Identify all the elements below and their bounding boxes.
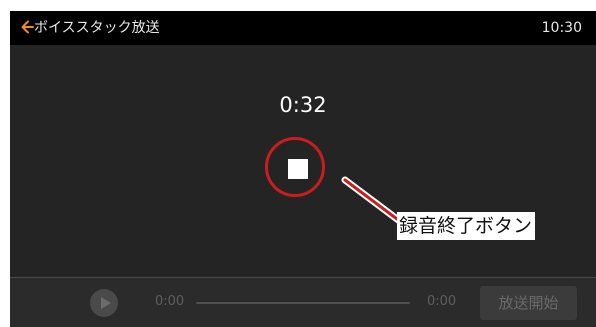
annotation-label: 録音終了ボタン (397, 212, 536, 240)
play-button[interactable] (90, 289, 118, 317)
voice-stack-screen: ボイススタック放送 10:30 0:32 録音終了ボタン 0:00 0:00 放… (10, 11, 596, 327)
stop-recording-button[interactable] (265, 137, 325, 197)
stop-icon (288, 159, 308, 179)
clock: 10:30 (541, 20, 582, 36)
total-time: 0:00 (427, 294, 457, 309)
page-title: ボイススタック放送 (34, 20, 160, 36)
start-broadcast-button[interactable]: 放送開始 (480, 286, 577, 320)
playback-bar: 0:00 0:00 放送開始 (10, 278, 596, 327)
seek-slider[interactable] (196, 302, 410, 304)
title-bar: ボイススタック放送 10:30 (10, 11, 596, 45)
current-time: 0:00 (155, 294, 185, 309)
play-icon (101, 297, 111, 309)
recording-timer: 0:32 (279, 93, 327, 117)
